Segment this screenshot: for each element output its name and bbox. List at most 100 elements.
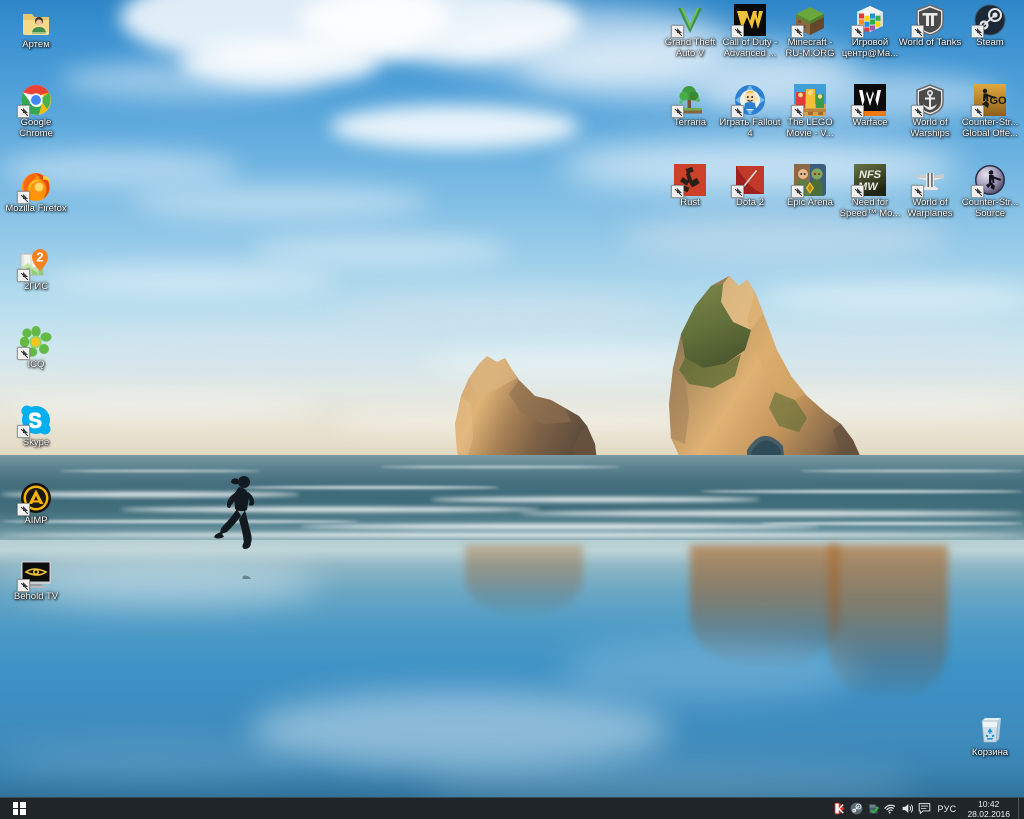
shortcut-overlay-icon bbox=[17, 191, 30, 204]
desktop-icon-world-of-warships[interactable]: World of Warships bbox=[898, 84, 962, 139]
skype-icon bbox=[17, 404, 52, 438]
icon-label: World of Warplanes bbox=[907, 197, 953, 219]
svg-text:GO: GO bbox=[989, 95, 1006, 107]
icon-label: Warface bbox=[852, 117, 888, 128]
shortcut-overlay-icon bbox=[791, 185, 804, 198]
shortcut-overlay-icon bbox=[17, 579, 30, 592]
volume-icon[interactable] bbox=[899, 798, 916, 819]
icon-label: Корзина bbox=[971, 747, 1009, 758]
icon-label: Counter-Str... Source bbox=[961, 197, 1019, 219]
call-of-duty-aw-icon bbox=[731, 4, 766, 38]
steam-icon bbox=[971, 4, 1006, 38]
desktop-icon-warface[interactable]: Warface bbox=[838, 84, 902, 129]
desktop-wallpaper[interactable]: Артем Google Chrome Mozilla Firefox 2 2Г… bbox=[0, 0, 1024, 797]
desktop-icon-mailru-game-center[interactable]: Игровой центр@Ma... bbox=[838, 4, 902, 59]
shortcut-overlay-icon bbox=[911, 25, 924, 38]
shortcut-overlay-icon bbox=[971, 185, 984, 198]
css-icon bbox=[971, 164, 1006, 198]
mailru-game-center-icon bbox=[851, 4, 886, 38]
desktop-icon-icq[interactable]: ICQ bbox=[4, 326, 68, 371]
icon-label: Counter-Str... Global Offe... bbox=[961, 117, 1019, 139]
desktop-icon-call-of-duty-aw[interactable]: Call of Duty - Advanced ... bbox=[718, 4, 782, 59]
icon-label: World of Tanks bbox=[898, 37, 962, 48]
desktop-icon-2gis[interactable]: 2 2ГИС bbox=[4, 248, 68, 293]
desktop-icon-lego-movie[interactable]: The LEGO Movie - V... bbox=[778, 84, 842, 139]
desktop-icon-artem[interactable]: Артем bbox=[4, 6, 68, 51]
shortcut-overlay-icon bbox=[731, 185, 744, 198]
wallpaper-runner-silhouette bbox=[205, 474, 275, 579]
world-of-tanks-icon bbox=[911, 4, 946, 38]
mozilla-firefox-icon bbox=[17, 170, 52, 204]
desktop-icon-rust[interactable]: Rust bbox=[658, 164, 722, 209]
recycle-bin-icon bbox=[974, 714, 1006, 746]
shortcut-overlay-icon bbox=[17, 269, 30, 282]
nfs-most-wanted-icon: NFS MW bbox=[851, 164, 886, 198]
icon-label: Rust bbox=[680, 197, 700, 208]
shortcut-overlay-icon bbox=[851, 185, 864, 198]
desktop-icon-skype[interactable]: Skype bbox=[4, 404, 68, 449]
shortcut-overlay-icon bbox=[971, 25, 984, 38]
gta-v-icon bbox=[671, 4, 706, 38]
desktop-icon-terraria[interactable]: Terraria bbox=[658, 84, 722, 129]
shortcut-overlay-icon bbox=[851, 105, 864, 118]
icon-label: Behold TV bbox=[13, 591, 59, 602]
icon-label: The LEGO Movie - V... bbox=[786, 117, 834, 139]
icon-label: Need for Speed™ Mo... bbox=[839, 197, 901, 219]
installer-tray-icon[interactable] bbox=[865, 798, 882, 819]
desktop-icon-recycle-bin[interactable]: Корзина bbox=[958, 714, 1022, 759]
shortcut-overlay-icon bbox=[671, 25, 684, 38]
desktop-icon-gta-v[interactable]: Grand Theft Auto V bbox=[658, 4, 722, 59]
rust-icon bbox=[671, 164, 706, 198]
language-indicator[interactable]: РУС bbox=[933, 798, 964, 819]
shortcut-overlay-icon bbox=[731, 105, 744, 118]
icon-label: Skype bbox=[22, 437, 50, 448]
shortcut-overlay-icon bbox=[851, 25, 864, 38]
desktop-icon-aimp[interactable]: AIMP bbox=[4, 482, 68, 527]
desktop-icon-world-of-tanks[interactable]: World of Tanks bbox=[898, 4, 962, 49]
desktop-icon-mozilla-firefox[interactable]: Mozilla Firefox bbox=[4, 170, 68, 215]
desktop-icon-minecraft[interactable]: Minecraft - RU-M.ORG bbox=[778, 4, 842, 59]
desktop-icon-nfs-most-wanted[interactable]: NFS MW Need for Speed™ Mo... bbox=[838, 164, 902, 219]
dota-2-icon bbox=[731, 164, 766, 198]
icon-label: World of Warships bbox=[910, 117, 950, 139]
clock-date: 28.02.2016 bbox=[967, 808, 1010, 819]
desktop-icon-behold-tv[interactable]: Behold TV bbox=[4, 558, 68, 603]
icon-label: 2ГИС bbox=[23, 281, 49, 292]
icon-label: Steam bbox=[976, 37, 1004, 48]
wifi-icon[interactable] bbox=[882, 798, 899, 819]
steam-tray-icon[interactable] bbox=[848, 798, 865, 819]
icon-label: Terraria bbox=[673, 117, 707, 128]
system-tray: РУС 10:42 28.02.2016 bbox=[831, 797, 1024, 819]
shortcut-overlay-icon bbox=[17, 425, 30, 438]
terraria-icon bbox=[671, 84, 706, 118]
clock-time: 10:42 bbox=[978, 798, 1000, 809]
shortcut-overlay-icon bbox=[791, 105, 804, 118]
desktop-icon-fallout-4[interactable]: Играть Fallout 4 bbox=[718, 84, 782, 139]
shortcut-overlay-icon bbox=[911, 105, 924, 118]
desktop-icon-epic-arena[interactable]: Epic Arena bbox=[778, 164, 842, 209]
kaspersky-icon[interactable] bbox=[831, 798, 848, 819]
fallout-4-vaultboy-icon bbox=[731, 84, 766, 118]
clock[interactable]: 10:42 28.02.2016 bbox=[963, 798, 1018, 819]
icon-label: Артем bbox=[22, 39, 50, 50]
desktop-icon-dota-2[interactable]: Dota 2 bbox=[718, 164, 782, 209]
icon-label: Google Chrome bbox=[19, 117, 53, 139]
shortcut-overlay-icon bbox=[17, 105, 30, 118]
desktop-icon-world-of-warplanes[interactable]: World of Warplanes bbox=[898, 164, 962, 219]
action-center-icon[interactable] bbox=[916, 798, 933, 819]
desktop-icon-csgo[interactable]: GO Counter-Str... Global Offe... bbox=[958, 84, 1022, 139]
shortcut-overlay-icon bbox=[911, 185, 924, 198]
shortcut-overlay-icon bbox=[17, 503, 30, 516]
google-chrome-icon bbox=[17, 84, 52, 118]
user-folder-icon bbox=[20, 6, 52, 38]
show-desktop-button[interactable] bbox=[1018, 797, 1024, 819]
desktop-icon-google-chrome[interactable]: Google Chrome bbox=[4, 84, 68, 139]
icon-label: Grand Theft Auto V bbox=[664, 37, 716, 59]
icon-label: ICQ bbox=[27, 359, 45, 370]
world-of-warplanes-icon bbox=[911, 164, 946, 198]
desktop-icon-css[interactable]: Counter-Str... Source bbox=[958, 164, 1022, 219]
shortcut-overlay-icon bbox=[731, 25, 744, 38]
desktop-icon-steam[interactable]: Steam bbox=[958, 4, 1022, 49]
start-button[interactable] bbox=[0, 798, 38, 819]
aimp-icon bbox=[17, 482, 52, 516]
